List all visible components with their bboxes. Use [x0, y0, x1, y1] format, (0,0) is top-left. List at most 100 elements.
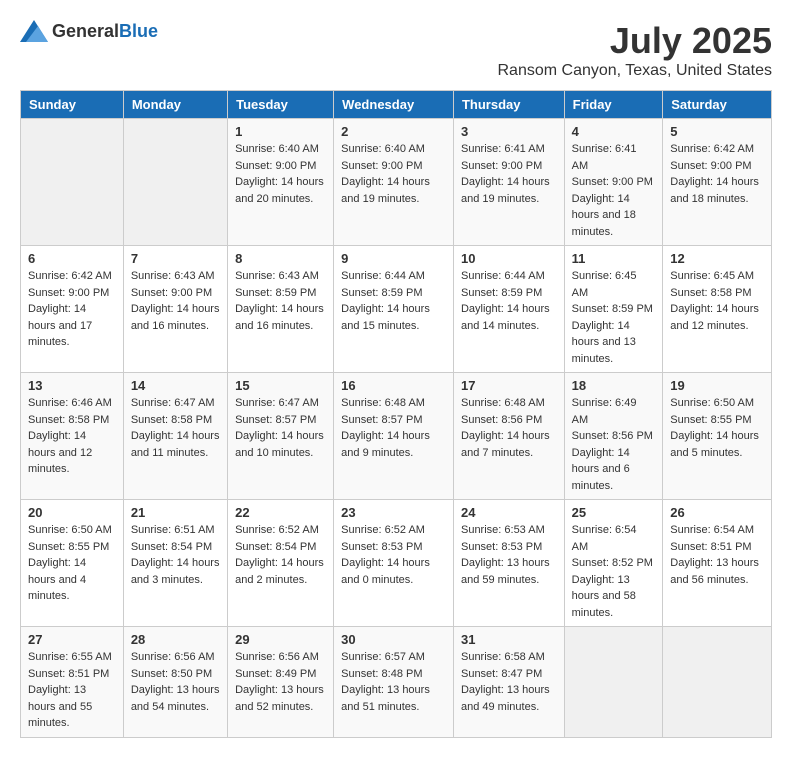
calendar-cell: 3 Sunrise: 6:41 AMSunset: 9:00 PMDaylight… — [453, 119, 564, 246]
day-detail: Sunrise: 6:50 AMSunset: 8:55 PMDaylight:… — [670, 395, 764, 461]
calendar-cell: 26Sunrise: 6:54 AMSunset: 8:51 PMDayligh… — [663, 500, 772, 627]
calendar-cell: 14Sunrise: 6:47 AMSunset: 8:58 PMDayligh… — [123, 373, 227, 500]
day-number: 9 — [341, 251, 446, 266]
logo-text-blue: Blue — [119, 21, 158, 41]
calendar-week-row: 27Sunrise: 6:55 AMSunset: 8:51 PMDayligh… — [21, 627, 772, 738]
page-header: GeneralBlue July 2025 Ransom Canyon, Tex… — [20, 20, 772, 80]
day-number: 15 — [235, 378, 326, 393]
day-header-friday: Friday — [564, 91, 663, 119]
day-number: 4 — [572, 124, 656, 139]
day-number: 21 — [131, 505, 220, 520]
calendar-cell: 27Sunrise: 6:55 AMSunset: 8:51 PMDayligh… — [21, 627, 124, 738]
day-number: 1 — [235, 124, 326, 139]
calendar-cell: 4 Sunrise: 6:41 AMSunset: 9:00 PMDaylight… — [564, 119, 663, 246]
day-number: 23 — [341, 505, 446, 520]
day-number: 5 — [670, 124, 764, 139]
day-detail: Sunrise: 6:57 AMSunset: 8:48 PMDaylight:… — [341, 649, 446, 715]
calendar-cell: 12 Sunrise: 6:45 AMSunset: 8:58 PMDayligh… — [663, 246, 772, 373]
day-detail: Sunrise: 6:52 AMSunset: 8:54 PMDaylight:… — [235, 522, 326, 588]
day-number: 28 — [131, 632, 220, 647]
day-detail: Sunrise: 6:48 AMSunset: 8:56 PMDaylight:… — [461, 395, 557, 461]
day-number: 6 — [28, 251, 116, 266]
calendar-week-row: 1 Sunrise: 6:40 AMSunset: 9:00 PMDaylight… — [21, 119, 772, 246]
calendar-cell: 18Sunrise: 6:49 AMSunset: 8:56 PMDayligh… — [564, 373, 663, 500]
day-detail: Sunrise: 6:46 AMSunset: 8:58 PMDaylight:… — [28, 395, 116, 478]
day-header-thursday: Thursday — [453, 91, 564, 119]
day-number: 12 — [670, 251, 764, 266]
calendar-week-row: 20 Sunrise: 6:50 AMSunset: 8:55 PMDayligh… — [21, 500, 772, 627]
day-detail: Sunrise: 6:47 AMSunset: 8:57 PMDaylight:… — [235, 395, 326, 461]
calendar-cell: 13 Sunrise: 6:46 AMSunset: 8:58 PMDayligh… — [21, 373, 124, 500]
month-title: July 2025 — [497, 20, 772, 62]
day-detail: Sunrise: 6:41 AMSunset: 9:00 PMDaylight:… — [572, 141, 656, 240]
day-number: 13 — [28, 378, 116, 393]
day-number: 20 — [28, 505, 116, 520]
day-number: 24 — [461, 505, 557, 520]
day-number: 25 — [572, 505, 656, 520]
calendar-cell: 20 Sunrise: 6:50 AMSunset: 8:55 PMDayligh… — [21, 500, 124, 627]
calendar-cell: 7 Sunrise: 6:43 AMSunset: 9:00 PMDaylight… — [123, 246, 227, 373]
day-detail: Sunrise: 6:51 AMSunset: 8:54 PMDaylight:… — [131, 522, 220, 588]
day-number: 11 — [572, 251, 656, 266]
day-number: 2 — [341, 124, 446, 139]
logo: GeneralBlue — [20, 20, 158, 42]
calendar-cell: 23 Sunrise: 6:52 AMSunset: 8:53 PMDayligh… — [334, 500, 454, 627]
calendar-cell: 5 Sunrise: 6:42 AMSunset: 9:00 PMDaylight… — [663, 119, 772, 246]
day-number: 29 — [235, 632, 326, 647]
calendar-cell: 17 Sunrise: 6:48 AMSunset: 8:56 PMDayligh… — [453, 373, 564, 500]
day-header-monday: Monday — [123, 91, 227, 119]
day-detail: Sunrise: 6:56 AMSunset: 8:50 PMDaylight:… — [131, 649, 220, 715]
day-detail: Sunrise: 6:52 AMSunset: 8:53 PMDaylight:… — [341, 522, 446, 588]
calendar-week-row: 6 Sunrise: 6:42 AMSunset: 9:00 PMDaylight… — [21, 246, 772, 373]
calendar-cell: 15 Sunrise: 6:47 AMSunset: 8:57 PMDayligh… — [228, 373, 334, 500]
day-number: 16 — [341, 378, 446, 393]
day-detail: Sunrise: 6:43 AMSunset: 8:59 PMDaylight:… — [235, 268, 326, 334]
day-number: 30 — [341, 632, 446, 647]
calendar-cell — [123, 119, 227, 246]
calendar-cell: 28 Sunrise: 6:56 AMSunset: 8:50 PMDayligh… — [123, 627, 227, 738]
location-title: Ransom Canyon, Texas, United States — [497, 62, 772, 80]
calendar-cell: 16 Sunrise: 6:48 AMSunset: 8:57 PMDayligh… — [334, 373, 454, 500]
calendar-cell: 9 Sunrise: 6:44 AMSunset: 8:59 PMDaylight… — [334, 246, 454, 373]
day-header-wednesday: Wednesday — [334, 91, 454, 119]
calendar-cell: 22Sunrise: 6:52 AMSunset: 8:54 PMDayligh… — [228, 500, 334, 627]
day-header-sunday: Sunday — [21, 91, 124, 119]
day-detail: Sunrise: 6:42 AMSunset: 9:00 PMDaylight:… — [28, 268, 116, 351]
calendar-table: SundayMondayTuesdayWednesdayThursdayFrid… — [20, 90, 772, 738]
day-detail: Sunrise: 6:42 AMSunset: 9:00 PMDaylight:… — [670, 141, 764, 207]
calendar-cell: 8 Sunrise: 6:43 AMSunset: 8:59 PMDaylight… — [228, 246, 334, 373]
day-detail: Sunrise: 6:54 AMSunset: 8:52 PMDaylight:… — [572, 522, 656, 621]
day-detail: Sunrise: 6:44 AMSunset: 8:59 PMDaylight:… — [461, 268, 557, 334]
calendar-cell: 30 Sunrise: 6:57 AMSunset: 8:48 PMDayligh… — [334, 627, 454, 738]
day-header-tuesday: Tuesday — [228, 91, 334, 119]
day-number: 17 — [461, 378, 557, 393]
day-detail: Sunrise: 6:43 AMSunset: 9:00 PMDaylight:… — [131, 268, 220, 334]
calendar-cell: 19Sunrise: 6:50 AMSunset: 8:55 PMDayligh… — [663, 373, 772, 500]
calendar-cell: 21 Sunrise: 6:51 AMSunset: 8:54 PMDayligh… — [123, 500, 227, 627]
day-detail: Sunrise: 6:45 AMSunset: 8:58 PMDaylight:… — [670, 268, 764, 334]
calendar-header-row: SundayMondayTuesdayWednesdayThursdayFrid… — [21, 91, 772, 119]
day-number: 10 — [461, 251, 557, 266]
day-detail: Sunrise: 6:50 AMSunset: 8:55 PMDaylight:… — [28, 522, 116, 605]
calendar-cell: 2Sunrise: 6:40 AMSunset: 9:00 PMDaylight… — [334, 119, 454, 246]
day-detail: Sunrise: 6:53 AMSunset: 8:53 PMDaylight:… — [461, 522, 557, 588]
day-detail: Sunrise: 6:54 AMSunset: 8:51 PMDaylight:… — [670, 522, 764, 588]
calendar-cell: 24 Sunrise: 6:53 AMSunset: 8:53 PMDayligh… — [453, 500, 564, 627]
calendar-cell: 6 Sunrise: 6:42 AMSunset: 9:00 PMDaylight… — [21, 246, 124, 373]
day-number: 27 — [28, 632, 116, 647]
day-number: 3 — [461, 124, 557, 139]
day-number: 31 — [461, 632, 557, 647]
calendar-week-row: 13 Sunrise: 6:46 AMSunset: 8:58 PMDayligh… — [21, 373, 772, 500]
calendar-cell: 29 Sunrise: 6:56 AMSunset: 8:49 PMDayligh… — [228, 627, 334, 738]
day-detail: Sunrise: 6:48 AMSunset: 8:57 PMDaylight:… — [341, 395, 446, 461]
calendar-cell: 1 Sunrise: 6:40 AMSunset: 9:00 PMDaylight… — [228, 119, 334, 246]
day-detail: Sunrise: 6:40 AMSunset: 9:00 PMDaylight:… — [235, 141, 326, 207]
day-number: 7 — [131, 251, 220, 266]
day-detail: Sunrise: 6:56 AMSunset: 8:49 PMDaylight:… — [235, 649, 326, 715]
calendar-cell — [564, 627, 663, 738]
day-detail: Sunrise: 6:44 AMSunset: 8:59 PMDaylight:… — [341, 268, 446, 334]
day-detail: Sunrise: 6:41 AMSunset: 9:00 PMDaylight:… — [461, 141, 557, 207]
logo-text-general: General — [52, 21, 119, 41]
day-number: 8 — [235, 251, 326, 266]
calendar-cell: 11Sunrise: 6:45 AMSunset: 8:59 PMDayligh… — [564, 246, 663, 373]
